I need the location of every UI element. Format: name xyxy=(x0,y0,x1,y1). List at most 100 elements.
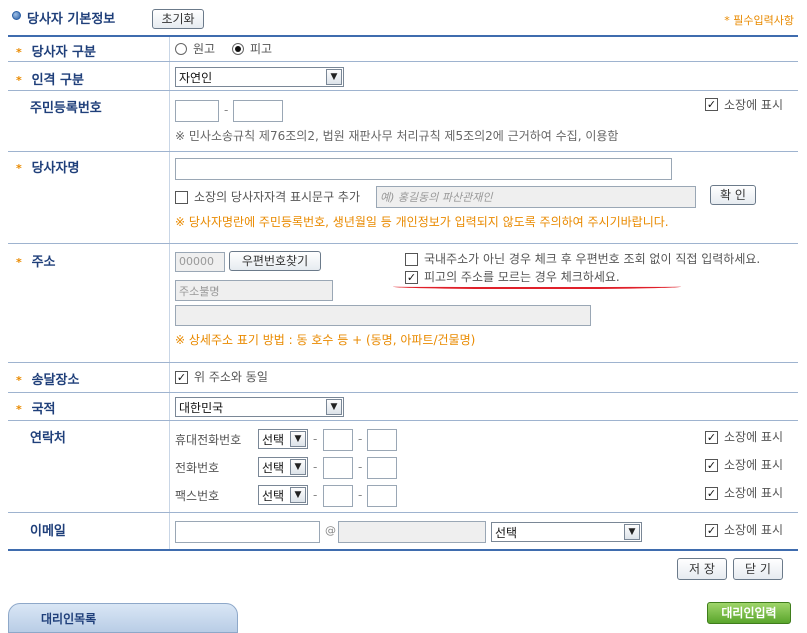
phone-middle-input[interactable] xyxy=(323,457,353,479)
phone-separator: - xyxy=(313,488,318,502)
row-divider xyxy=(8,243,798,244)
personality-select[interactable]: 자연인 ▼ xyxy=(175,67,344,87)
close-button[interactable]: 닫 기 xyxy=(733,558,783,580)
email-show-checkbox[interactable]: ✓ xyxy=(705,524,718,537)
row-divider xyxy=(8,90,798,91)
mobile-show-checkbox[interactable]: ✓ xyxy=(705,431,718,444)
row-divider xyxy=(8,61,798,62)
phone-last-input[interactable] xyxy=(367,457,397,479)
fax-show-checkbox[interactable]: ✓ xyxy=(705,487,718,500)
phone-separator: - xyxy=(358,460,363,474)
radio-defendant-label: 피고 xyxy=(250,42,273,56)
required-star: * xyxy=(16,256,22,269)
nationality-select[interactable]: 대한민국 ▼ xyxy=(175,397,344,417)
email-id-input[interactable] xyxy=(175,521,320,543)
required-note: * 필수입력사항 xyxy=(724,14,794,27)
fax-last-input[interactable] xyxy=(367,485,397,507)
chevron-down-icon: ▼ xyxy=(326,69,342,85)
nationality-label-wrap: * 국적 xyxy=(16,398,56,417)
chevron-down-icon: ▼ xyxy=(290,487,306,503)
mobile-middle-input[interactable] xyxy=(323,429,353,451)
table-top-border xyxy=(8,35,798,37)
delivery-label: 송달장소 xyxy=(31,373,80,388)
reset-button[interactable]: 초기화 xyxy=(152,9,204,29)
phone-prefix-value: 선택 xyxy=(262,461,285,475)
row-divider xyxy=(8,362,798,363)
mobile-last-input[interactable] xyxy=(367,429,397,451)
foreign-address-checkbox[interactable] xyxy=(405,253,418,266)
party-type-label-wrap: * 당사자 구분 xyxy=(16,41,96,60)
resident-show-checkbox[interactable]: ✓ xyxy=(705,98,718,111)
phone-separator: - xyxy=(313,432,318,446)
fax-label: 팩스번호 xyxy=(175,489,220,503)
delivery-label-wrap: * 송달장소 xyxy=(16,369,79,388)
party-name-warning: ※ 당사자명란에 주민등록번호, 생년월일 등 개인정보가 입력되지 않도록 주… xyxy=(175,215,669,229)
party-name-label: 당사자명 xyxy=(31,161,80,176)
row-divider xyxy=(8,151,798,152)
address-detail-note: ※ 상세주소 표기 방법 : 동 호수 등 + (동명, 아파트/건물명) xyxy=(175,333,476,347)
email-domain-input[interactable] xyxy=(338,521,486,543)
row-divider xyxy=(8,392,798,393)
radio-plaintiff[interactable] xyxy=(175,43,187,55)
mobile-show-label: 소장에 표시 xyxy=(724,430,784,444)
same-address-label: 위 주소와 동일 xyxy=(194,370,268,384)
address-label: 주소 xyxy=(31,255,56,270)
save-button[interactable]: 저 장 xyxy=(677,558,727,580)
phone-separator: - xyxy=(358,488,363,502)
foreign-address-label: 국내주소가 아닌 경우 체크 후 우편번호 조회 없이 직접 입력하세요. xyxy=(424,252,761,266)
phone-show-label: 소장에 표시 xyxy=(724,458,784,472)
row-divider xyxy=(8,420,798,421)
required-star: * xyxy=(16,162,22,175)
phone-label: 전화번호 xyxy=(175,461,220,475)
red-underline-mark xyxy=(393,283,681,289)
nationality-label: 국적 xyxy=(31,402,56,417)
fax-show-label: 소장에 표시 xyxy=(724,486,784,500)
qualifier-checkbox[interactable] xyxy=(175,191,188,204)
contact-label: 연락처 xyxy=(30,431,66,446)
fax-prefix-value: 선택 xyxy=(262,489,285,503)
same-address-checkbox[interactable]: ✓ xyxy=(175,371,188,384)
agent-list-tab[interactable]: 대리인목록 xyxy=(8,603,238,633)
email-show-label: 소장에 표시 xyxy=(724,523,784,537)
resident-number-label: 주민등록번호 xyxy=(30,101,102,116)
email-domain-select-value: 선택 xyxy=(495,526,518,540)
agent-input-button[interactable]: 대리인입력 xyxy=(707,602,791,624)
resident-show-label: 소장에 표시 xyxy=(724,98,784,112)
phone-separator: - xyxy=(313,460,318,474)
chevron-down-icon: ▼ xyxy=(290,459,306,475)
chevron-down-icon: ▼ xyxy=(624,524,640,540)
phone-separator: - xyxy=(358,432,363,446)
party-name-label-wrap: * 당사자명 xyxy=(16,157,79,176)
personality-value: 자연인 xyxy=(179,71,213,85)
resident-number-front-input[interactable] xyxy=(175,100,219,122)
zip-search-button[interactable]: 우편번호찾기 xyxy=(229,251,321,271)
nationality-value: 대한민국 xyxy=(179,401,224,415)
table-bottom-border xyxy=(8,549,798,551)
column-divider xyxy=(169,37,170,550)
required-star: * xyxy=(16,403,22,416)
phone-prefix-select[interactable]: 선택 ▼ xyxy=(258,457,308,477)
page-title: 당사자 기본정보 xyxy=(27,12,116,27)
qualifier-input[interactable]: 예) 홍길동의 파산관재인 xyxy=(376,186,696,208)
resident-number-separator: - xyxy=(224,103,229,117)
mobile-prefix-select[interactable]: 선택 ▼ xyxy=(258,429,308,449)
address-detail-input[interactable] xyxy=(175,305,591,326)
party-name-input[interactable] xyxy=(175,158,672,180)
chevron-down-icon: ▼ xyxy=(290,431,306,447)
address-label-wrap: * 주소 xyxy=(16,251,56,270)
party-type-label: 당사자 구분 xyxy=(31,45,96,60)
address-input[interactable]: 주소불명 xyxy=(175,280,333,301)
email-at: @ xyxy=(325,524,336,537)
fax-middle-input[interactable] xyxy=(323,485,353,507)
mobile-prefix-value: 선택 xyxy=(262,433,285,447)
radio-defendant[interactable] xyxy=(232,43,244,55)
resident-number-back-input[interactable] xyxy=(233,100,283,122)
fax-prefix-select[interactable]: 선택 ▼ xyxy=(258,485,308,505)
phone-show-checkbox[interactable]: ✓ xyxy=(705,459,718,472)
confirm-button[interactable]: 확 인 xyxy=(710,185,756,205)
personality-label-wrap: * 인격 구분 xyxy=(16,69,84,88)
email-label: 이메일 xyxy=(30,524,66,539)
chevron-down-icon: ▼ xyxy=(326,399,342,415)
zip-code-input[interactable]: 00000 xyxy=(175,252,225,272)
email-domain-select[interactable]: 선택 ▼ xyxy=(491,522,642,542)
